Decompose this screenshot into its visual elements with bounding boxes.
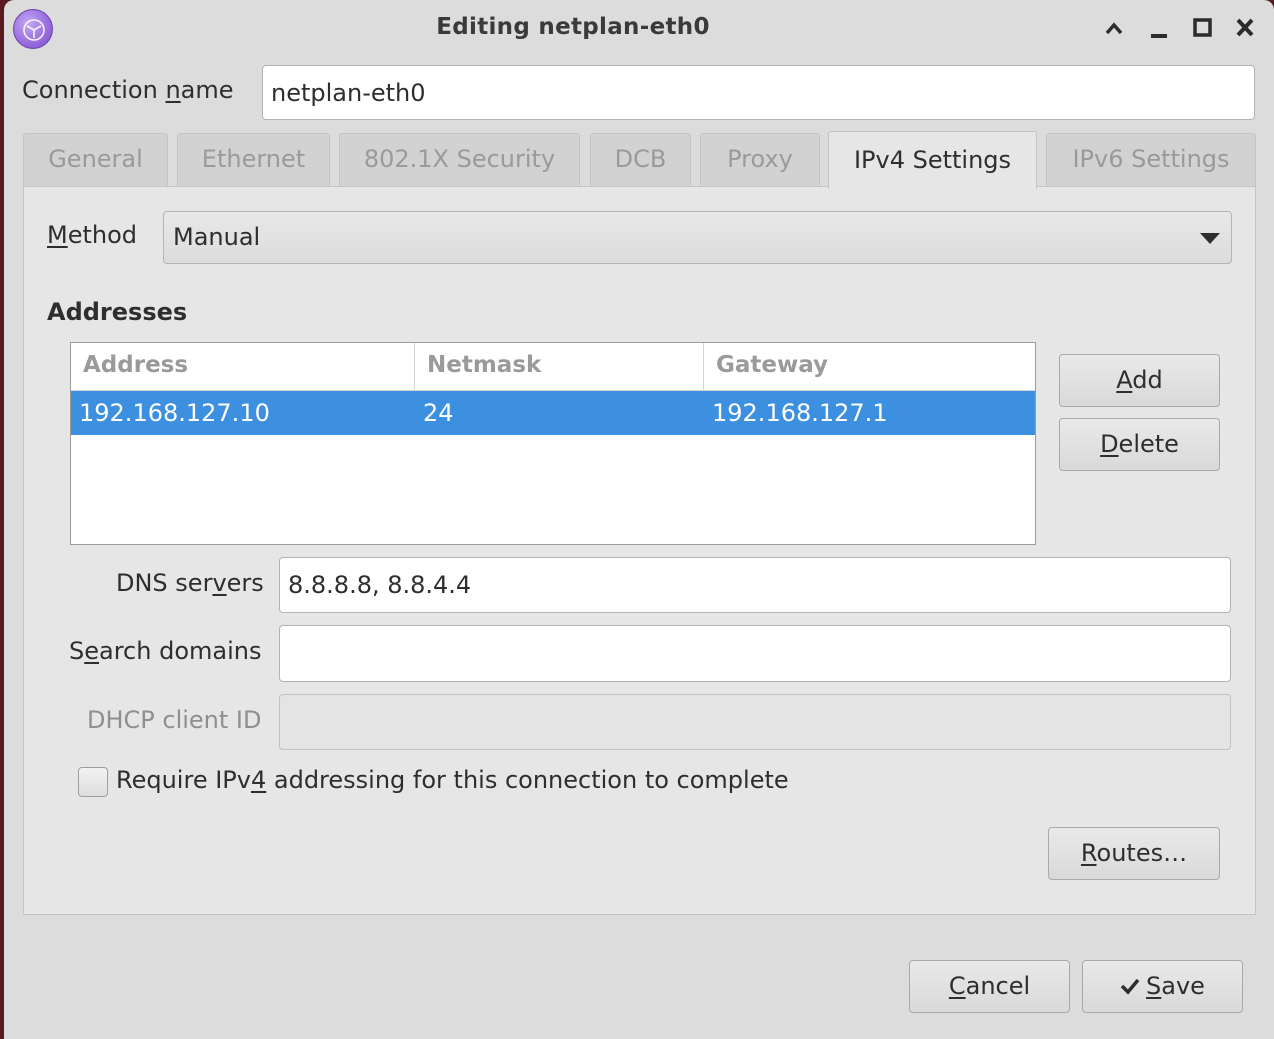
tab-dcb[interactable]: DCB bbox=[590, 133, 691, 187]
routes-button[interactable]: Routes… bbox=[1048, 827, 1220, 880]
tab-8021x-security[interactable]: 802.1X Security bbox=[339, 133, 580, 187]
window-title: Editing netplan-eth0 bbox=[436, 14, 710, 40]
chevron-down-icon bbox=[1200, 233, 1220, 244]
tab-ipv4-settings[interactable]: IPv4 Settings bbox=[828, 131, 1037, 189]
tab-ipv6-settings[interactable]: IPv6 Settings bbox=[1046, 133, 1256, 187]
addresses-table[interactable]: Address Netmask Gateway 192.168.127.10 2… bbox=[70, 342, 1036, 545]
minimize-icon[interactable] bbox=[1144, 13, 1174, 43]
add-button[interactable]: Add bbox=[1059, 354, 1220, 407]
method-label: Method bbox=[47, 221, 138, 249]
column-header-gateway[interactable]: Gateway bbox=[704, 343, 1035, 391]
dns-servers-input[interactable] bbox=[279, 557, 1231, 613]
gateway-cell[interactable]: 192.168.127.1 bbox=[712, 391, 888, 435]
table-row[interactable]: 192.168.127.10 24 192.168.127.1 bbox=[71, 391, 1035, 435]
search-domains-label: Search domains bbox=[69, 637, 262, 665]
search-domains-input[interactable] bbox=[279, 625, 1231, 682]
require-ipv4-label[interactable]: Require IPv4 addressing for this connect… bbox=[116, 766, 789, 794]
dns-servers-label: DNS servers bbox=[116, 569, 264, 597]
column-header-address[interactable]: Address bbox=[71, 343, 415, 391]
check-icon bbox=[1120, 978, 1140, 995]
delete-button[interactable]: Delete bbox=[1059, 418, 1220, 471]
maximize-icon[interactable] bbox=[1187, 13, 1217, 43]
address-cell[interactable]: 192.168.127.10 bbox=[79, 391, 270, 435]
cancel-button[interactable]: Cancel bbox=[909, 960, 1070, 1013]
dhcp-client-id-label: DHCP client ID bbox=[87, 706, 262, 734]
save-button[interactable]: Save bbox=[1082, 960, 1243, 1013]
connection-name-label: Connection name bbox=[22, 76, 234, 104]
tab-general[interactable]: General bbox=[23, 133, 168, 187]
netmask-cell[interactable]: 24 bbox=[423, 391, 454, 435]
method-dropdown[interactable]: Manual bbox=[163, 211, 1232, 264]
method-value: Manual bbox=[173, 223, 261, 251]
ipv4-settings-page bbox=[23, 186, 1256, 915]
tab-ethernet[interactable]: Ethernet bbox=[177, 133, 330, 187]
chevron-up-icon[interactable] bbox=[1099, 13, 1129, 43]
dhcp-client-id-input[interactable] bbox=[279, 694, 1231, 750]
tab-proxy[interactable]: Proxy bbox=[700, 133, 820, 187]
connection-name-input[interactable] bbox=[262, 65, 1255, 120]
close-icon[interactable] bbox=[1230, 13, 1260, 43]
addresses-heading: Addresses bbox=[47, 298, 188, 326]
edit-connection-dialog: Editing netplan-eth0 Connection name Gen… bbox=[4, 0, 1274, 1039]
column-header-netmask[interactable]: Netmask bbox=[415, 343, 704, 391]
title-bar[interactable]: Editing netplan-eth0 bbox=[4, 0, 1274, 56]
require-ipv4-checkbox[interactable] bbox=[78, 767, 108, 797]
